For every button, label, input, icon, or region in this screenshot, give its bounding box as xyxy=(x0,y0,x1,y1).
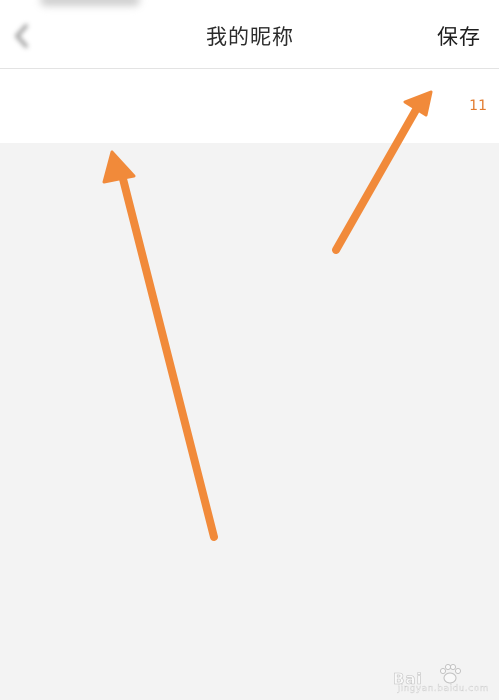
paw-icon xyxy=(440,664,461,684)
nickname-edit-screen: 我的昵称 保存 11 Bai jingyan.baidu.com xyxy=(0,0,499,700)
watermark-url: jingyan.baidu.com xyxy=(397,684,489,694)
status-bar-blur xyxy=(40,0,140,6)
baidu-jingyan-watermark: Bai jingyan.baidu.com xyxy=(393,660,489,696)
nickname-input[interactable] xyxy=(16,93,246,121)
navigation-bar: 我的昵称 保存 xyxy=(0,0,499,69)
chevron-left-icon xyxy=(15,24,28,48)
page-title: 我的昵称 xyxy=(206,25,294,49)
back-button[interactable] xyxy=(6,18,40,54)
save-button[interactable]: 保存 xyxy=(437,20,481,54)
arrow-to-nickname xyxy=(102,150,218,541)
char-count: 11 xyxy=(469,98,487,114)
nickname-field-row: 11 xyxy=(0,69,499,143)
